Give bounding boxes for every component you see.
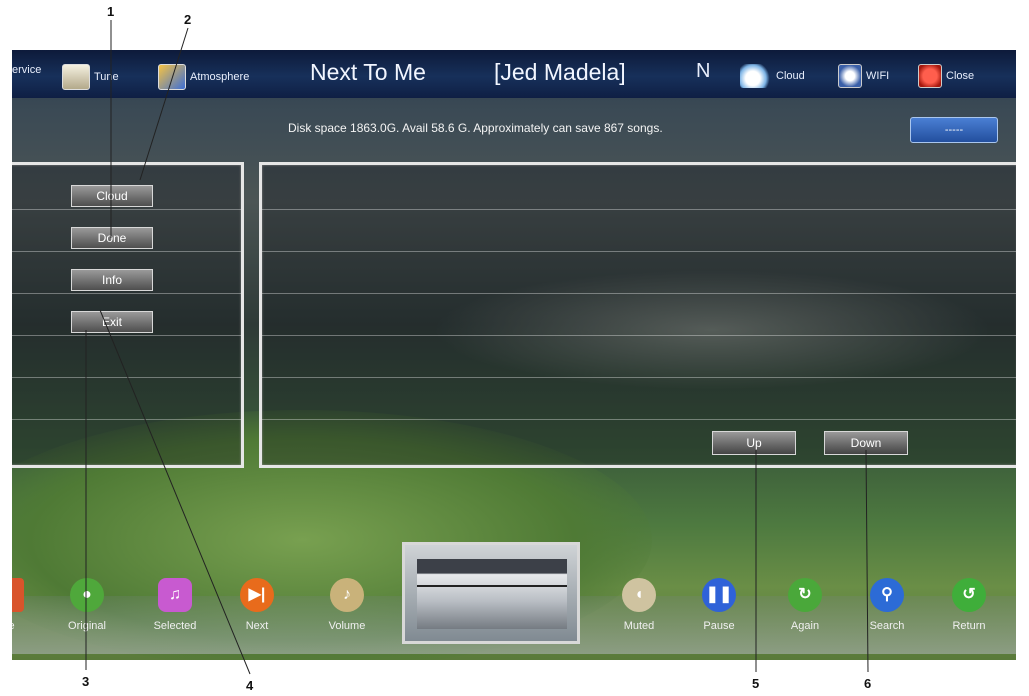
building-railing (417, 585, 567, 587)
list-row-divider (262, 377, 1016, 378)
search-icon: ⚲ (870, 578, 904, 612)
karaoke-screen: ervice Tune Atmosphere Next To Me [Jed M… (12, 50, 1016, 660)
top-bar: ervice Tune Atmosphere Next To Me [Jed M… (12, 50, 1016, 98)
cloud-button[interactable]: Cloud (740, 64, 805, 88)
search-label: Search (869, 620, 905, 632)
bottom-item-muted[interactable]: ◖ Muted (604, 578, 674, 632)
power-icon (918, 64, 942, 88)
bottom-item-selected[interactable]: ♫ Selected (140, 578, 210, 632)
return-icon: ↺ (952, 578, 986, 612)
building-image (417, 559, 567, 629)
callout-3: 3 (82, 674, 90, 689)
callout-5: 5 (752, 676, 760, 691)
bottom-item-search[interactable]: ⚲ Search (852, 578, 922, 632)
atmosphere-label: Atmosphere (190, 71, 250, 83)
service-button[interactable]: ervice (12, 64, 41, 76)
tune-icon (62, 64, 90, 90)
left-menu-panel: Cloud Done Info Exit (12, 162, 244, 468)
bottom-item-again[interactable]: ↻ Again (770, 578, 840, 632)
done-button[interactable]: Done (71, 227, 153, 249)
artist-name: [Jed Madela] (494, 59, 626, 85)
list-row-divider (262, 419, 1016, 420)
callout-2: 2 (184, 12, 192, 27)
info-button[interactable]: Info (71, 269, 153, 291)
row-divider (12, 209, 241, 210)
muted-label: Muted (623, 620, 655, 632)
selected-label: Selected (153, 620, 197, 632)
bottom-item-home[interactable]: ⌂ me (12, 578, 42, 632)
tune-label: Tune (94, 71, 119, 83)
cloud-icon (740, 64, 772, 88)
wifi-label: WIFI (866, 70, 890, 82)
home-icon: ⌂ (12, 578, 24, 612)
pause-label: Pause (703, 620, 735, 632)
row-divider (12, 377, 241, 378)
callout-4: 4 (246, 678, 254, 693)
cloud-menu-button[interactable]: Cloud (71, 185, 153, 207)
tune-button[interactable]: Tune (62, 64, 119, 90)
bottom-item-pause[interactable]: ❚❚ Pause (684, 578, 754, 632)
next-label: Next (245, 620, 269, 632)
row-divider (12, 251, 241, 252)
bottom-item-volume[interactable]: ♪ Volume (312, 578, 382, 632)
next-icon: ▶| (240, 578, 274, 612)
list-row-divider (262, 335, 1016, 336)
muted-icon: ◖ (622, 578, 656, 612)
cloud-label: Cloud (776, 70, 805, 82)
selected-icon: ♫ (158, 578, 192, 612)
video-preview[interactable] (402, 542, 580, 644)
pause-icon: ❚❚ (702, 578, 736, 612)
disk-space-info: Disk space 1863.0G. Avail 58.6 G. Approx… (288, 121, 663, 135)
bottom-item-return[interactable]: ↺ Return (934, 578, 1004, 632)
page-up-button[interactable]: Up (712, 431, 796, 455)
row-divider (12, 335, 241, 336)
close-button[interactable]: Close (918, 64, 974, 88)
page-down-button[interactable]: Down (824, 431, 908, 455)
service-label: ervice (12, 64, 42, 76)
callout-6: 6 (864, 676, 872, 691)
volume-label: Volume (328, 620, 366, 632)
wifi-icon (838, 64, 862, 88)
callout-1: 1 (107, 4, 115, 19)
close-label: Close (946, 70, 975, 82)
status-button[interactable]: ----- (910, 117, 998, 143)
row-divider (12, 293, 241, 294)
home-label: me (12, 620, 42, 632)
again-icon: ↻ (788, 578, 822, 612)
atmosphere-button[interactable]: Atmosphere (158, 64, 249, 90)
list-row-divider (262, 251, 1016, 252)
song-title: Next To Me (310, 59, 426, 85)
return-label: Return (952, 620, 986, 632)
wifi-button[interactable]: WIFI (838, 64, 889, 88)
original-label: Original (68, 620, 106, 632)
again-label: Again (790, 620, 820, 632)
exit-button[interactable]: Exit (71, 311, 153, 333)
user-icon: ● (70, 578, 104, 612)
list-row-divider (262, 209, 1016, 210)
bottom-item-original[interactable]: ● Original (52, 578, 122, 632)
row-divider (12, 419, 241, 420)
song-list-panel: Up Down (259, 162, 1016, 468)
list-row-divider (262, 293, 1016, 294)
mode-indicator: N (696, 60, 711, 82)
volume-icon: ♪ (330, 578, 364, 612)
atmosphere-icon (158, 64, 186, 90)
bottom-item-next[interactable]: ▶| Next (222, 578, 292, 632)
